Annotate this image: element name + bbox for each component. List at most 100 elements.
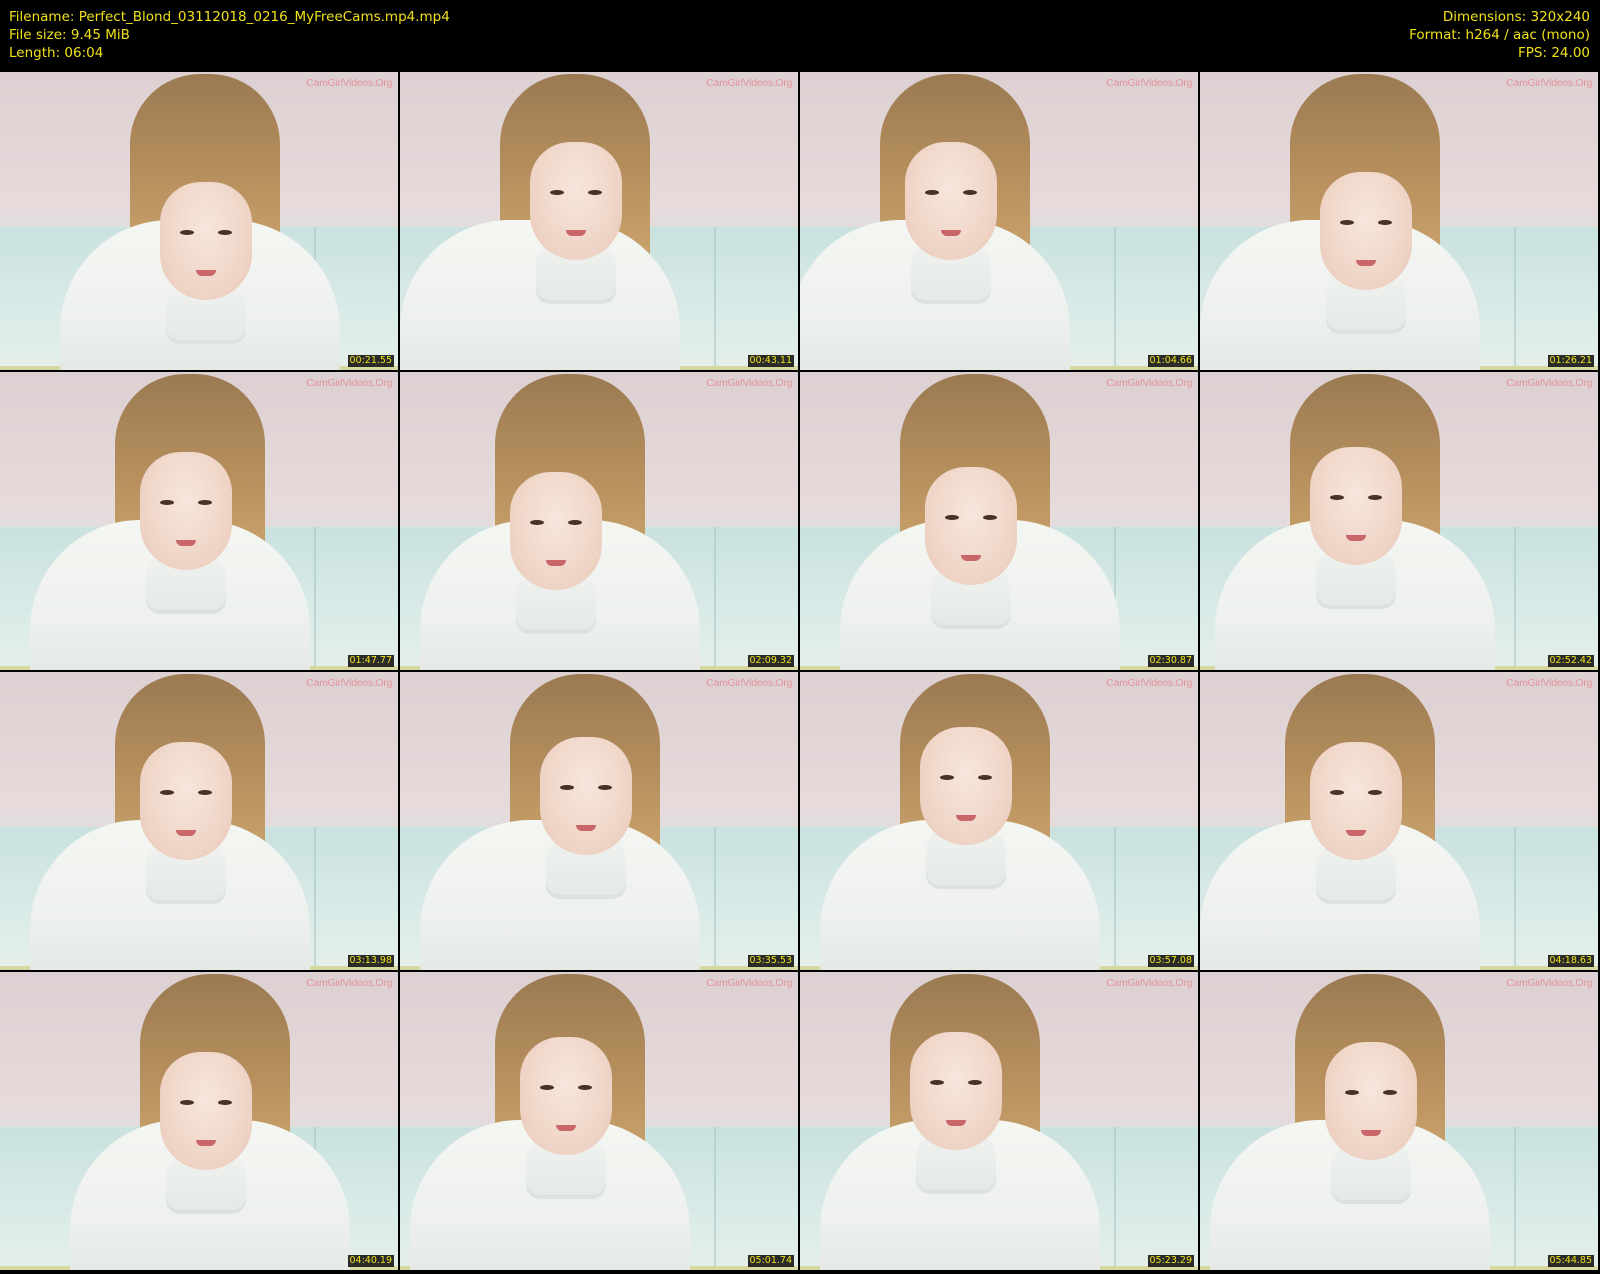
face [925, 467, 1017, 585]
watermark-text: CamGirlVideos.Org [1506, 677, 1592, 689]
left-eye [540, 1085, 554, 1090]
face [160, 1052, 252, 1170]
mouth [556, 1125, 576, 1131]
face [520, 1037, 612, 1155]
length-label: Length: 06:04 [9, 45, 104, 61]
frame-timestamp: 03:57.08 [1147, 955, 1194, 967]
watermark-text: CamGirlVideos.Org [1106, 77, 1192, 89]
format-label: Format: h264 / aac (mono) [1409, 27, 1590, 43]
watermark-text: CamGirlVideos.Org [1506, 977, 1592, 989]
video-frame-thumbnail: CamGirlVideos.Org 04:40.19 [0, 972, 398, 1270]
person-figure [800, 372, 1198, 670]
mouth [176, 830, 196, 836]
person-figure [800, 972, 1198, 1270]
right-eye [983, 515, 997, 520]
video-frame-thumbnail: CamGirlVideos.Org 00:21.55 [0, 72, 398, 370]
frame-timestamp: 01:04.66 [1147, 355, 1194, 367]
mouth [196, 1140, 216, 1146]
mouth [196, 270, 216, 276]
watermark-text: CamGirlVideos.Org [1106, 677, 1192, 689]
video-frame-thumbnail: CamGirlVideos.Org 02:09.32 [400, 372, 798, 670]
face [910, 1032, 1002, 1150]
right-eye [1368, 790, 1382, 795]
watermark-text: CamGirlVideos.Org [1506, 77, 1592, 89]
dimensions-label: Dimensions: 320x240 [1442, 9, 1590, 25]
video-frame-thumbnail: CamGirlVideos.Org 03:13.98 [0, 672, 398, 970]
right-eye [198, 790, 212, 795]
left-eye [940, 775, 954, 780]
person-figure [1200, 372, 1598, 670]
frame-timestamp: 05:44.85 [1547, 1255, 1594, 1267]
right-eye [568, 520, 582, 525]
mouth [956, 815, 976, 821]
left-eye [925, 190, 939, 195]
face [1310, 447, 1402, 565]
person-figure [0, 372, 398, 670]
video-frame-thumbnail: CamGirlVideos.Org 03:57.08 [800, 672, 1198, 970]
frame-timestamp: 01:26.21 [1547, 355, 1594, 367]
person-figure [400, 72, 798, 370]
right-eye [1378, 220, 1392, 225]
left-eye [550, 190, 564, 195]
video-frame-thumbnail: CamGirlVideos.Org 00:43.11 [400, 72, 798, 370]
face [905, 142, 997, 260]
frame-timestamp: 03:35.53 [747, 955, 794, 967]
fps-label: FPS: 24.00 [1518, 45, 1590, 61]
frame-timestamp: 01:47.77 [347, 655, 394, 667]
mouth [176, 540, 196, 546]
watermark-text: CamGirlVideos.Org [706, 77, 792, 89]
right-eye [218, 1100, 232, 1105]
filesize-label: File size: 9.45 MiB [9, 27, 130, 43]
watermark-text: CamGirlVideos.Org [1106, 377, 1192, 389]
left-eye [1345, 1090, 1359, 1095]
person-figure [1200, 72, 1598, 370]
video-frame-thumbnail: CamGirlVideos.Org 04:18.63 [1200, 672, 1598, 970]
person-figure [400, 672, 798, 970]
video-frame-thumbnail: CamGirlVideos.Org 01:26.21 [1200, 72, 1598, 370]
watermark-text: CamGirlVideos.Org [306, 977, 392, 989]
person-figure [0, 972, 398, 1270]
face [160, 182, 252, 300]
left-eye [180, 1100, 194, 1105]
thumbnail-grid: CamGirlVideos.Org 00:21.55 CamGirlVideos.O… [0, 72, 1600, 1274]
frame-timestamp: 05:01.74 [747, 1255, 794, 1267]
mouth [941, 230, 961, 236]
watermark-text: CamGirlVideos.Org [706, 977, 792, 989]
mouth [546, 560, 566, 566]
frame-timestamp: 04:18.63 [1547, 955, 1594, 967]
mouth [566, 230, 586, 236]
watermark-text: CamGirlVideos.Org [1106, 977, 1192, 989]
face [1310, 742, 1402, 860]
face [530, 142, 622, 260]
right-eye [978, 775, 992, 780]
video-frame-thumbnail: CamGirlVideos.Org 01:04.66 [800, 72, 1198, 370]
left-eye [160, 500, 174, 505]
left-eye [1340, 220, 1354, 225]
mouth [961, 555, 981, 561]
frame-timestamp: 02:09.32 [747, 655, 794, 667]
video-frame-thumbnail: CamGirlVideos.Org 05:01.74 [400, 972, 798, 1270]
right-eye [963, 190, 977, 195]
frame-timestamp: 04:40.19 [347, 1255, 394, 1267]
right-eye [578, 1085, 592, 1090]
right-eye [198, 500, 212, 505]
face [920, 727, 1012, 845]
face [140, 452, 232, 570]
watermark-text: CamGirlVideos.Org [306, 677, 392, 689]
person-figure [800, 672, 1198, 970]
left-eye [945, 515, 959, 520]
right-eye [588, 190, 602, 195]
person-figure [400, 372, 798, 670]
left-eye [560, 785, 574, 790]
stream-info: Dimensions: 320x240 Format: h264 / aac (… [1409, 8, 1590, 62]
video-frame-thumbnail: CamGirlVideos.Org 03:35.53 [400, 672, 798, 970]
mouth [576, 825, 596, 831]
watermark-text: CamGirlVideos.Org [706, 377, 792, 389]
filename-label: Filename: Perfect_Blond_03112018_0216_My… [9, 9, 450, 25]
left-eye [180, 230, 194, 235]
person-figure [0, 72, 398, 370]
left-eye [160, 790, 174, 795]
video-frame-thumbnail: CamGirlVideos.Org 02:30.87 [800, 372, 1198, 670]
person-figure [1200, 672, 1598, 970]
face [510, 472, 602, 590]
